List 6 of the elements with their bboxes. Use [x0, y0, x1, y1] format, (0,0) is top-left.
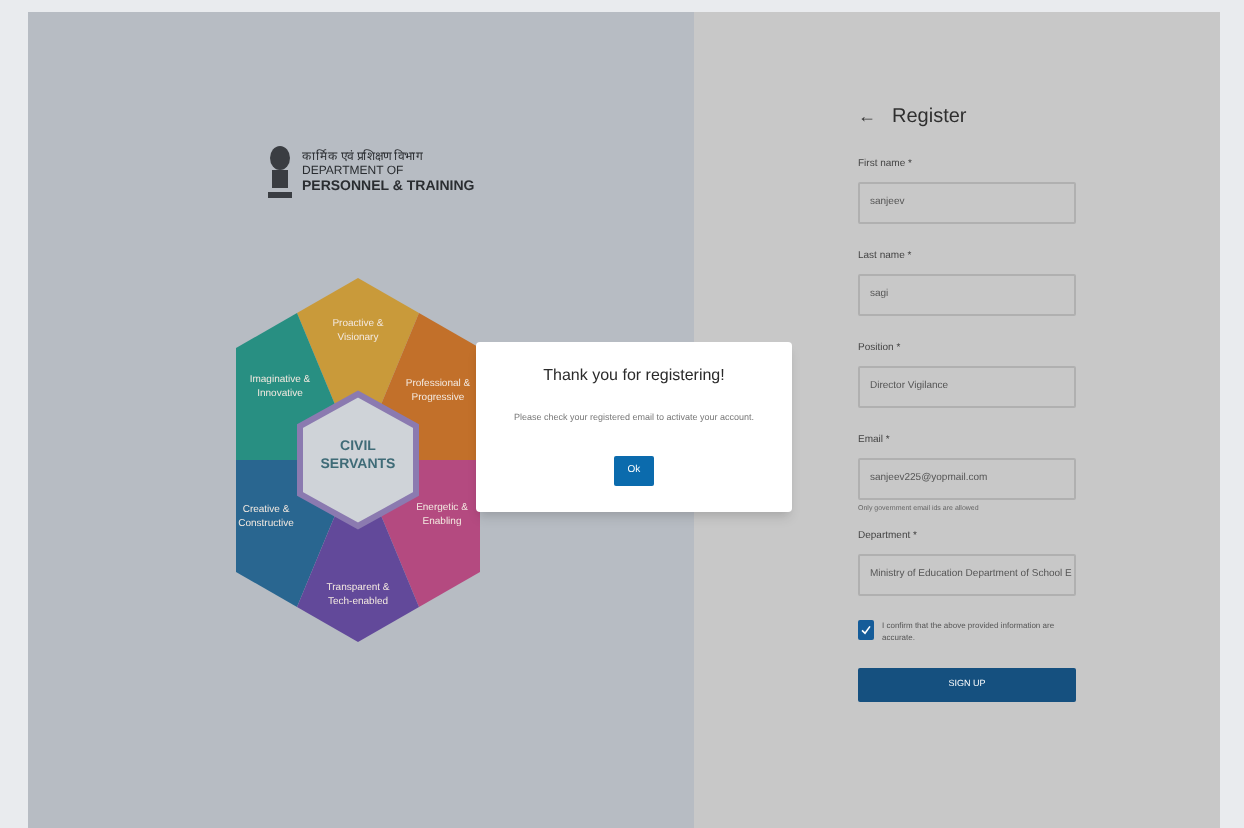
confirm-checkbox[interactable]: [858, 620, 874, 640]
dialog-title: Thank you for registering!: [543, 364, 725, 388]
check-icon: [860, 624, 872, 636]
back-button[interactable]: ←: [858, 107, 876, 125]
emblem-icon: [266, 144, 294, 204]
form-title: Register: [892, 103, 967, 131]
